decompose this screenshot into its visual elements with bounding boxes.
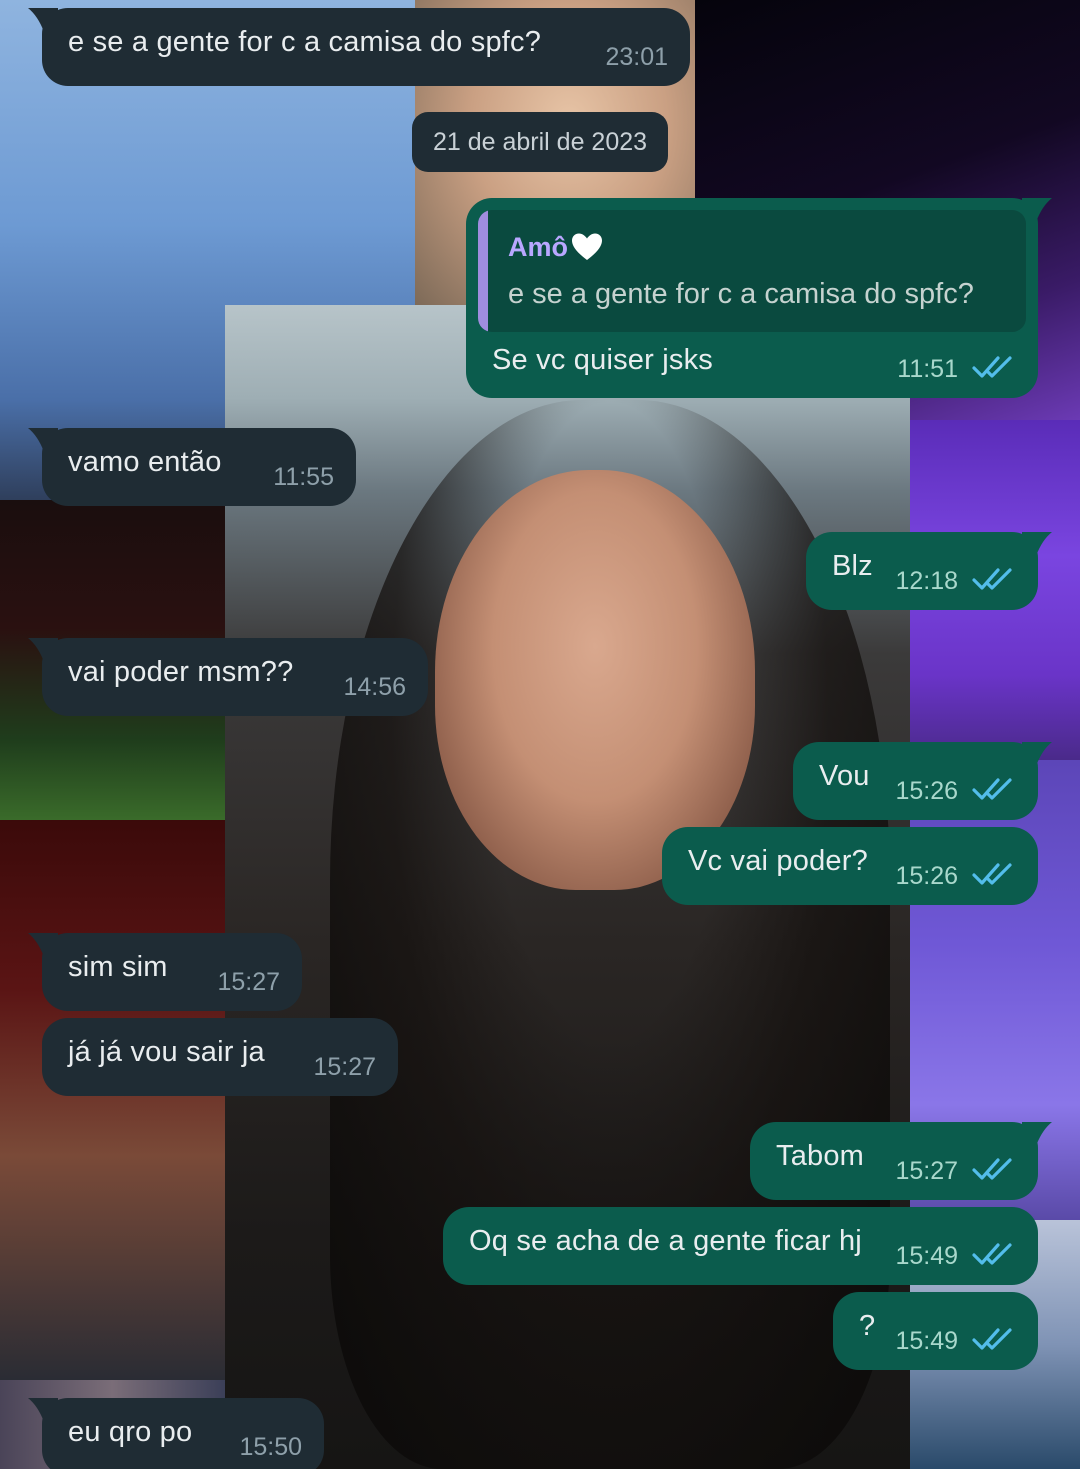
message-text: Oq se acha de a gente ficar hj: [469, 1225, 862, 1257]
message-text: e se a gente for c a camisa do spfc?: [68, 26, 542, 58]
message-timestamp: 15:49: [895, 1242, 958, 1270]
message-timestamp: 15:27: [895, 1157, 958, 1185]
message-timestamp: 15:50: [239, 1433, 302, 1461]
message-text: Vou: [819, 760, 870, 792]
double-check-icon: [972, 1241, 1014, 1267]
double-check-icon: [972, 1156, 1014, 1182]
message-timestamp: 11:51: [897, 355, 958, 383]
message-text: Tabom: [776, 1140, 865, 1172]
message-bubble-outgoing[interactable]: Vc vai poder? 15:26: [662, 827, 1038, 905]
quoted-text: e se a gente for c a camisa do spfc?: [508, 278, 974, 310]
white-heart-icon: [572, 233, 602, 260]
message-bubble-incoming[interactable]: vamo então 11:55: [28, 428, 356, 506]
quoted-message[interactable]: Amô e se a gente for c a camisa do spfc?: [478, 210, 1026, 332]
bubble-tail: [1022, 532, 1052, 556]
double-check-icon: [972, 776, 1014, 802]
double-check-icon: [972, 566, 1014, 592]
message-timestamp: 15:27: [313, 1053, 376, 1081]
message-timestamp: 15:49: [895, 1327, 958, 1355]
message-text: Se vc quiser jsks: [492, 344, 713, 376]
bubble-tail: [28, 933, 58, 957]
message-bubble-outgoing[interactable]: Blz 12:18: [806, 532, 1052, 610]
message-bubble-incoming[interactable]: vai poder msm?? 14:56: [28, 638, 428, 716]
message-text: já já vou sair ja: [68, 1036, 265, 1068]
message-bubble-outgoing[interactable]: Amô e se a gente for c a camisa do spfc?…: [466, 198, 1052, 398]
bubble-tail: [1022, 1122, 1052, 1146]
double-check-icon: [972, 354, 1014, 380]
double-check-icon: [972, 861, 1014, 887]
message-text: ?: [859, 1310, 876, 1342]
bubble-tail: [28, 428, 58, 452]
message-bubble-outgoing[interactable]: Vou 15:26: [793, 742, 1052, 820]
bubble-tail: [28, 638, 58, 662]
message-bubble-incoming[interactable]: sim sim 15:27: [28, 933, 302, 1011]
message-bubble-incoming[interactable]: e se a gente for c a camisa do spfc? 23:…: [28, 8, 690, 86]
message-bubble-incoming[interactable]: eu qro po 15:50: [28, 1398, 324, 1469]
quote-accent-bar: [478, 210, 488, 332]
message-text: Vc vai poder?: [688, 845, 868, 877]
message-bubble-outgoing[interactable]: Tabom 15:27: [750, 1122, 1052, 1200]
bubble-tail: [28, 8, 58, 32]
bubble-tail: [28, 1398, 58, 1422]
message-bubble-outgoing[interactable]: Oq se acha de a gente ficar hj 15:49: [443, 1207, 1038, 1285]
message-timestamp: 12:18: [895, 567, 958, 595]
message-timestamp: 15:26: [895, 777, 958, 805]
message-timestamp: 11:55: [273, 463, 334, 491]
quoted-author: Amô: [508, 232, 568, 262]
double-check-icon: [972, 1326, 1014, 1352]
message-timestamp: 23:01: [605, 43, 668, 71]
message-bubble-incoming[interactable]: já já vou sair ja 15:27: [42, 1018, 398, 1096]
message-text: eu qro po: [68, 1416, 193, 1448]
date-separator: 21 de abril de 2023: [412, 112, 668, 172]
message-timestamp: 15:27: [217, 968, 280, 996]
message-timestamp: 15:26: [895, 862, 958, 890]
message-timestamp: 14:56: [343, 673, 406, 701]
bubble-tail: [1022, 198, 1052, 222]
bubble-tail: [1022, 742, 1052, 766]
message-text: Blz: [832, 550, 873, 582]
message-text: vai poder msm??: [68, 656, 294, 688]
message-bubble-outgoing[interactable]: ? 15:49: [833, 1292, 1038, 1370]
message-list[interactable]: e se a gente for c a camisa do spfc? 23:…: [0, 0, 1080, 1469]
message-text: sim sim: [68, 951, 168, 983]
message-text: vamo então: [68, 446, 222, 478]
